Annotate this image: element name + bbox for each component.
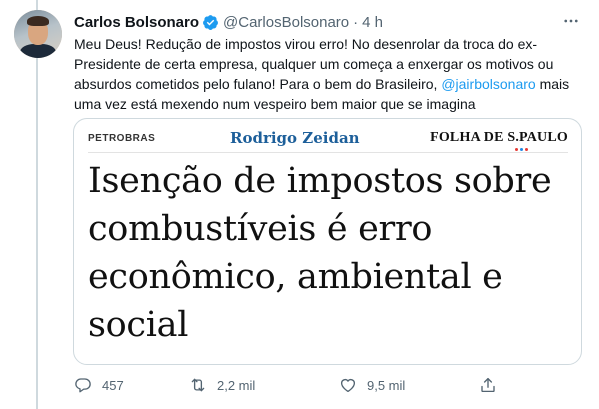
verified-badge-icon — [202, 14, 219, 31]
reply-icon — [74, 376, 92, 394]
tweet-timestamp[interactable]: 4 h — [362, 14, 383, 31]
media-section-label: PETROBRAS — [88, 133, 156, 144]
share-button[interactable] — [479, 372, 497, 398]
media-card[interactable]: PETROBRAS Rodrigo Zeidan FOLHA DE S.PAUL… — [73, 118, 582, 365]
more-options-icon[interactable] — [560, 10, 582, 32]
tweet-text: Meu Deus! Redução de impostos virou erro… — [74, 34, 580, 114]
avatar[interactable] — [14, 10, 62, 58]
media-columnist: Rodrigo Zeidan — [230, 129, 360, 147]
newspaper-logo: FOLHA DE S.PAULO — [430, 130, 568, 145]
media-divider — [88, 152, 568, 153]
tweet-actions: 457 2,2 mil 9,5 mil — [74, 372, 514, 398]
author-handle[interactable]: @CarlosBolsonaro — [223, 14, 349, 31]
retweet-count: 2,2 mil — [217, 377, 256, 393]
retweet-icon — [189, 376, 207, 394]
reply-count: 457 — [102, 377, 124, 393]
retweet-button[interactable]: 2,2 mil — [189, 372, 255, 398]
media-topbar: PETROBRAS Rodrigo Zeidan FOLHA DE S.PAUL… — [88, 129, 568, 151]
author-name[interactable]: Carlos Bolsonaro — [74, 14, 199, 31]
tweet-header: Carlos Bolsonaro @CarlosBolsonaro · 4 h — [74, 12, 383, 32]
separator-dot: · — [353, 13, 359, 31]
reply-button[interactable]: 457 — [74, 372, 124, 398]
share-icon — [479, 376, 497, 394]
like-button[interactable]: 9,5 mil — [339, 372, 405, 398]
thread-line — [36, 0, 38, 409]
like-count: 9,5 mil — [367, 377, 406, 393]
media-headline: Isenção de impostos sobre combustíveis é… — [88, 161, 552, 345]
like-icon — [339, 376, 357, 394]
mention-link[interactable]: @jairbolsonaro — [441, 76, 535, 92]
brand-dots-icon — [515, 148, 528, 151]
